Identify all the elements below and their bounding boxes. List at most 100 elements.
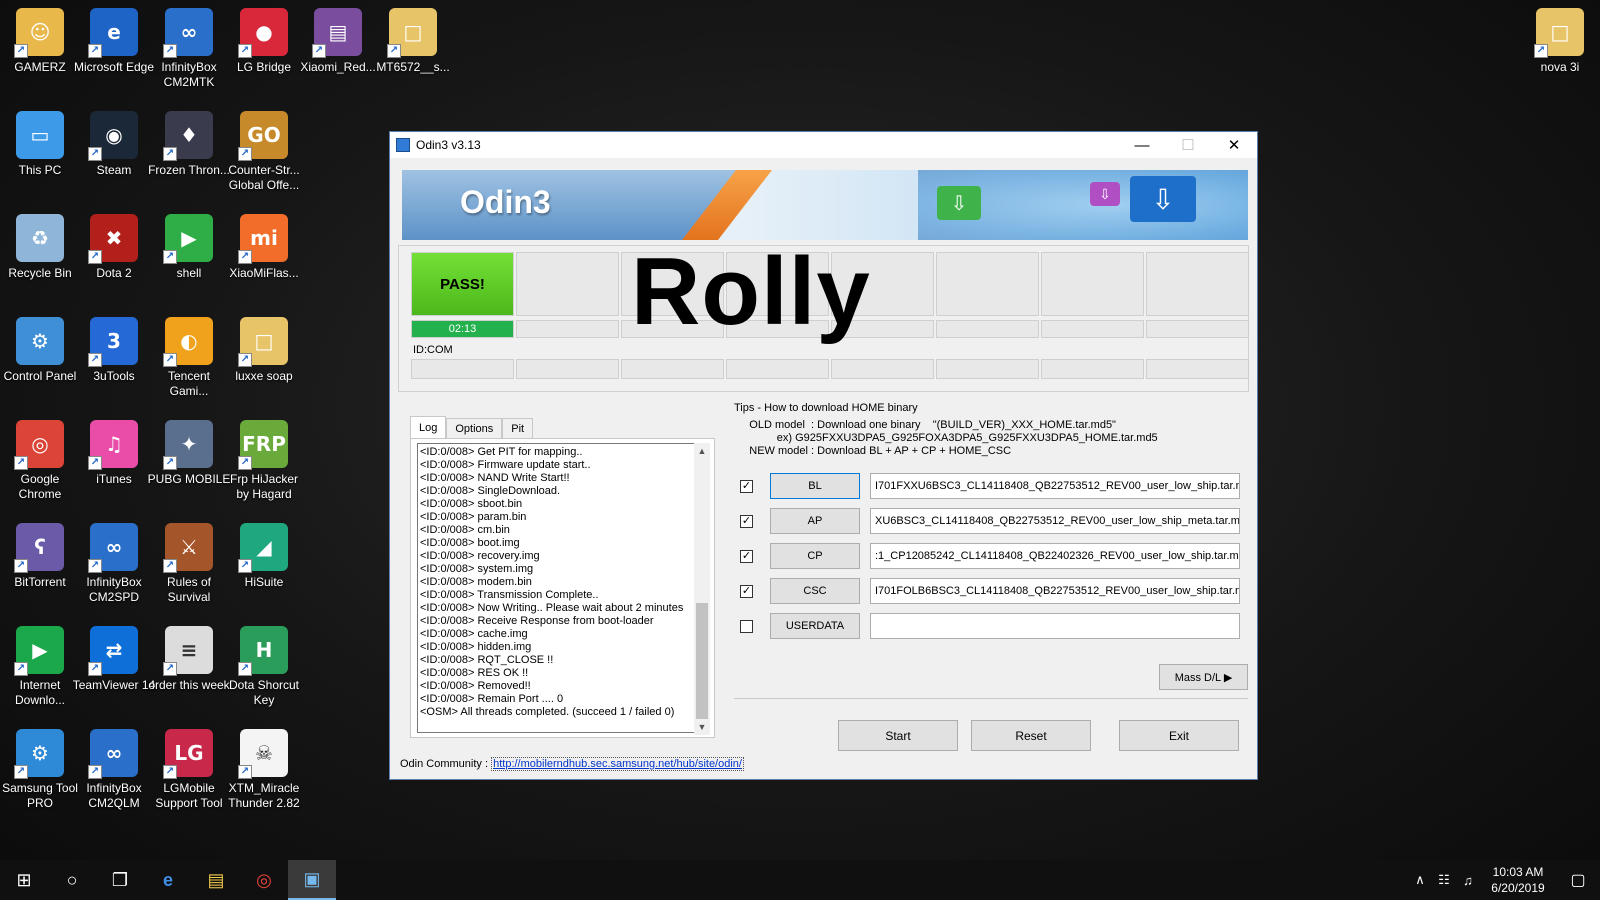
- desktop-icon[interactable]: ≡ ↗ order this week: [148, 626, 230, 726]
- scroll-up-icon[interactable]: ▲: [694, 443, 710, 459]
- desktop-icon[interactable]: ∞ ↗ InfinityBox CM2QLM: [74, 729, 154, 829]
- userdata-button[interactable]: USERDATA: [770, 613, 860, 639]
- desktop-icon[interactable]: ◐ ↗ Tencent Gami...: [149, 317, 229, 417]
- desktop-icon[interactable]: ☠ ↗ XTM_Miracle Thunder 2.82: [224, 729, 304, 829]
- csc-button[interactable]: CSC: [770, 578, 860, 604]
- app-icon: ∞ ↗: [163, 8, 213, 58]
- desktop-icon[interactable]: ✦ ↗ PUBG MOBILE: [148, 420, 230, 520]
- minimize-button[interactable]: —: [1119, 132, 1165, 158]
- network-icon[interactable]: ☷: [1432, 872, 1456, 888]
- scroll-down-icon[interactable]: ▼: [694, 719, 710, 735]
- desktop-icon[interactable]: ⚙ ↗ Samsung Tool PRO: [0, 729, 80, 829]
- desktop-icon-label: Google Chrome: [18, 472, 62, 501]
- chevron-up-icon[interactable]: ∧: [1408, 872, 1432, 888]
- windows-start-icon[interactable]: ⊞: [0, 860, 48, 900]
- log-scrollbar[interactable]: ▲ ▼: [694, 443, 710, 735]
- checkbox-csc[interactable]: ✓: [740, 584, 753, 598]
- desktop-icon-label: Frp HiJacker by Hagard: [229, 472, 298, 501]
- task-view-icon[interactable]: ❐: [96, 860, 144, 900]
- log-line: <ID:0/008> Firmware update start..: [420, 459, 591, 471]
- desktop-icon[interactable]: ✖ ↗ Dota 2: [74, 214, 154, 314]
- reset-button[interactable]: Reset: [971, 720, 1091, 751]
- desktop-icon[interactable]: □ ↗ nova 3i: [1520, 8, 1600, 108]
- title-bar[interactable]: Odin3 v3.13 — ☐ ✕: [390, 132, 1257, 158]
- checkbox-userdata[interactable]: [740, 619, 753, 633]
- desktop-icon[interactable]: ⚙ Control Panel: [0, 317, 80, 417]
- checkbox-bl[interactable]: ✓: [740, 479, 753, 493]
- com-port-cell: [726, 359, 829, 379]
- desktop-icon[interactable]: □ ↗ luxxe soap: [224, 317, 304, 417]
- maximize-button[interactable]: ☐: [1165, 132, 1211, 158]
- start-button[interactable]: Start: [838, 720, 958, 751]
- app-icon: ◢ ↗: [238, 523, 288, 573]
- tab-log[interactable]: Log: [410, 416, 447, 438]
- tab-options[interactable]: Options: [446, 418, 503, 438]
- shortcut-arrow-icon: ↗: [238, 662, 252, 676]
- desktop-icon[interactable]: ♦ ↗ Frozen Thron...: [148, 111, 230, 211]
- file-explorer-icon[interactable]: ▤: [192, 860, 240, 900]
- mass-dl-button[interactable]: Mass D/L ▶: [1159, 664, 1248, 690]
- desktop-icon[interactable]: ▶ ↗ shell: [149, 214, 229, 314]
- desktop-icon[interactable]: ⇄ ↗ TeamViewer 14: [73, 626, 155, 726]
- desktop-icon[interactable]: ∞ ↗ InfinityBox CM2MTK: [149, 8, 229, 108]
- desktop-icon[interactable]: ⚔ ↗ Rules of Survival: [149, 523, 229, 623]
- bl-path-field[interactable]: I701FXXU6BSC3_CL14118408_QB22753512_REV0…: [870, 473, 1240, 499]
- tips-title: Tips - How to download HOME binary: [734, 402, 918, 414]
- desktop-icon[interactable]: LG ↗ LGMobile Support Tool: [149, 729, 229, 829]
- odin3-window: Odin3 v3.13 — ☐ ✕ Odin3 ⇩ ⇩ ⇩ PASS! 02:1…: [389, 131, 1258, 780]
- desktop-icon-label: This PC: [18, 163, 62, 177]
- app-icon: e ↗: [88, 8, 138, 58]
- desktop-icon[interactable]: e ↗ Microsoft Edge: [74, 8, 154, 108]
- desktop-icon[interactable]: ◎ ↗ Google Chrome: [0, 420, 80, 520]
- ap-path-field[interactable]: XU6BSC3_CL14118408_QB22753512_REV00_user…: [870, 508, 1240, 534]
- volume-icon[interactable]: ♫: [1456, 873, 1480, 888]
- exit-button[interactable]: Exit: [1119, 720, 1239, 751]
- community-link[interactable]: http://mobilerndhub.sec.samsung.net/hub/…: [491, 757, 744, 771]
- desktop-icon[interactable]: mi ↗ XiaoMiFlas...: [224, 214, 304, 314]
- app-icon: ☺ ↗: [14, 8, 64, 58]
- desktop-icon[interactable]: ▤ ↗ Xiaomi_Red...: [298, 8, 378, 108]
- desktop-icon[interactable]: □ ↗ MT6572__s...: [373, 8, 453, 108]
- desktop-icon[interactable]: GO ↗ Counter-Str... Global Offe...: [224, 111, 304, 211]
- bl-button[interactable]: BL: [770, 473, 860, 499]
- ap-button[interactable]: AP: [770, 508, 860, 534]
- desktop-icon[interactable]: ◢ ↗ HiSuite: [224, 523, 304, 623]
- desktop-icon[interactable]: ∞ ↗ InfinityBox CM2SPD: [74, 523, 154, 623]
- userdata-path-field[interactable]: [870, 613, 1240, 639]
- notification-icon[interactable]: ▢: [1556, 870, 1600, 890]
- edge-taskbar-icon[interactable]: e: [144, 860, 192, 900]
- desktop-icon[interactable]: FRP ↗ Frp HiJacker by Hagard: [224, 420, 304, 520]
- log-line: <ID:0/008> cm.bin: [420, 524, 510, 536]
- desktop-icon[interactable]: ♫ ↗ iTunes: [74, 420, 154, 520]
- csc-path-field[interactable]: I701FOLB6BSC3_CL14118408_QB22753512_REV0…: [870, 578, 1240, 604]
- desktop-icon-label: Tencent Gami...: [167, 369, 211, 398]
- shortcut-arrow-icon: ↗: [238, 147, 252, 161]
- log-output[interactable]: <ID:0/008> Get PIT for mapping.. <ID:0/00…: [417, 443, 697, 733]
- chrome-taskbar-icon[interactable]: ◎: [240, 860, 288, 900]
- checkbox-ap[interactable]: ✓: [740, 514, 753, 528]
- desktop-icon[interactable]: ☺ ↗ GAMERZ: [0, 8, 80, 108]
- cp-path-field[interactable]: :1_CP12085242_CL14118408_QB22402326_REV0…: [870, 543, 1240, 569]
- odin-taskbar-icon[interactable]: ▣: [288, 860, 336, 900]
- desktop-icon[interactable]: ● ↗ LG Bridge: [224, 8, 304, 108]
- tab-pit[interactable]: Pit: [502, 418, 534, 438]
- desktop-icon-label: Internet Downlo...: [14, 678, 66, 707]
- desktop-icon[interactable]: ▶ ↗ Internet Downlo...: [0, 626, 80, 726]
- desktop-icon[interactable]: ♻ Recycle Bin: [0, 214, 80, 314]
- desktop-icon[interactable]: ◉ ↗ Steam: [74, 111, 154, 211]
- desktop-icon[interactable]: ʕ ↗ BitTorrent: [0, 523, 80, 623]
- desktop-icon[interactable]: ▭ This PC: [0, 111, 80, 211]
- app-icon: ♻: [16, 214, 64, 262]
- checkbox-cp[interactable]: ✓: [740, 549, 753, 563]
- community-footer: Odin Community : http://mobilerndhub.sec…: [400, 757, 744, 771]
- app-icon: ▭: [16, 111, 64, 159]
- cp-button[interactable]: CP: [770, 543, 860, 569]
- search-icon[interactable]: ○: [48, 860, 96, 900]
- desktop-icon[interactable]: 3 ↗ 3uTools: [74, 317, 154, 417]
- shortcut-arrow-icon: ↗: [14, 662, 28, 676]
- scroll-thumb[interactable]: [696, 603, 708, 719]
- tips-line: ex) G925FXXU3DPA5_G925FOXA3DPA5_G925FXXU…: [734, 432, 1158, 444]
- desktop-icon[interactable]: H ↗ Dota Shorcut Key: [224, 626, 304, 726]
- close-button[interactable]: ✕: [1211, 132, 1257, 158]
- clock[interactable]: 10:03 AM 6/20/2019: [1480, 864, 1556, 896]
